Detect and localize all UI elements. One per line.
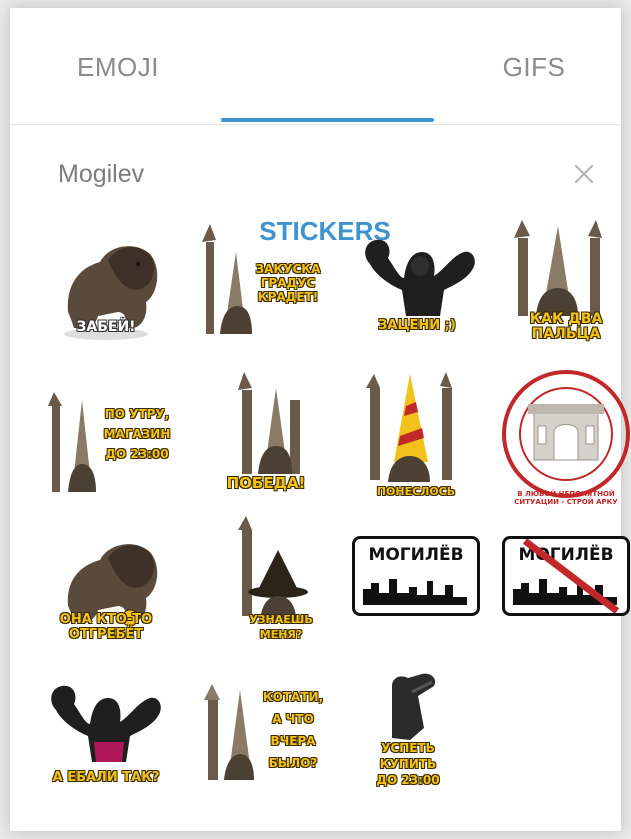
sticker-caption: ЗАБЕЙ! (76, 319, 136, 335)
city-sign: МОГИЛЁВ (352, 536, 480, 616)
sticker-arch-stamp[interactable]: В ЛЮБОЙ НЕПОНЯТНОЙ СИТУАЦИИ - СТРОЙ АРКУ (498, 366, 631, 506)
sticker-witch-uznaesh[interactable]: УЗНАЕШЬ МЕНЯ? (198, 516, 334, 652)
sticker-fingers-kotati[interactable]: КОТАТИ, А ЧТО ВЧЕРА БЫЛО? (198, 666, 334, 802)
sticker-caption: А ЕБАЛИ ТАК? (52, 770, 160, 785)
sticker-statue-ebali[interactable]: А ЕБАЛИ ТАК? (38, 666, 174, 802)
tab-emoji[interactable]: EMOJI (58, 52, 178, 82)
sticker-lion-zabey[interactable]: ЗАБЕЙ! (38, 216, 174, 352)
sticker-set-title: Mogilev (58, 160, 145, 188)
sticker-caption: КОТАТИ, А ЧТО ВЧЕРА БЫЛО? (262, 690, 324, 770)
sticker-set-header: Mogilev (10, 124, 621, 204)
sticker-caption: КАК ДВА ПАЛЬЦА (529, 311, 603, 342)
sticker-sign-mogilev-crossed[interactable]: МОГИЛЁВ (498, 516, 631, 652)
tab-gifs[interactable]: GIFS (494, 52, 574, 82)
sticker-caption: ПО УТРУ, МАГАЗИН ДО 23:00 (103, 407, 171, 461)
sticker-grid: ЗАБЕЙ! ЗАКУСКА ГРАДУС КРАДЕТ! ЗАЦЕНИ ;) (38, 216, 630, 816)
sticker-sign-mogilev[interactable]: МОГИЛЁВ (348, 516, 484, 652)
sticker-caption: ЗАКУСКА ГРАДУС КРАДЕТ! (255, 262, 321, 304)
sticker-statue-zaceni[interactable]: ЗАЦЕНИ ;) (348, 216, 484, 352)
sticker-fingers-pobeda[interactable]: ПОБЕДА! (198, 366, 334, 502)
active-tab-indicator (221, 118, 434, 122)
stamp-caption: В ЛЮБОЙ НЕПОНЯТНОЙ СИТУАЦИИ - СТРОЙ АРКУ (514, 490, 618, 506)
sticker-fingers-zakuska[interactable]: ЗАКУСКА ГРАДУС КРАДЕТ! (198, 216, 334, 352)
sticker-caption: ЗАЦЕНИ ;) (378, 318, 456, 333)
sticker-fingers-magazin[interactable]: ПО УТРУ, МАГАЗИН ДО 23:00 (38, 366, 174, 502)
sticker-caption: ОНА КТО-ТО ОТГРЕБЁТ (59, 612, 153, 642)
sticker-lion-otgrebet[interactable]: ОНА КТО-ТО ОТГРЕБЁТ (38, 516, 174, 652)
sticker-hand-uspet[interactable]: УСПЕТЬ КУПИТЬ ДО 23:00 (348, 666, 484, 802)
sticker-caption: ПОБЕДА! (226, 474, 306, 492)
sticker-caption: ПОНЕСЛОСЬ (376, 485, 456, 498)
sticker-caption: УСПЕТЬ КУПИТЬ ДО 23:00 (376, 741, 440, 787)
sticker-fingers-kak-dva-paltsa[interactable]: КАК ДВА ПАЛЬЦА (498, 216, 631, 352)
tab-bar: EMOJI STICKERS GIFS (10, 8, 621, 246)
sticker-fingers-poneslos[interactable]: ПОНЕСЛОСЬ (348, 366, 484, 502)
sticker-panel: EMOJI STICKERS GIFS Mogilev ЗАБЕЙ! ЗАКУС… (10, 8, 630, 831)
sticker-caption: УЗНАЕШЬ МЕНЯ? (249, 613, 313, 641)
close-icon[interactable] (570, 160, 598, 188)
city-sign-crossed: МОГИЛЁВ (502, 536, 630, 616)
